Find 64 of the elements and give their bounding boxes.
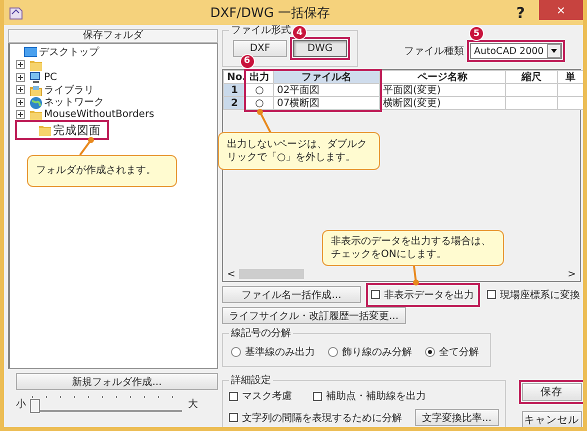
leader-line — [411, 263, 419, 286]
app-icon — [8, 4, 24, 20]
checkbox[interactable] — [487, 290, 496, 299]
checkbox-label: 現場座標系に変換 — [500, 288, 580, 302]
radio-label: 全て分解 — [439, 346, 479, 359]
checkbox-label: 文字列の間隔を表現するために分解 — [242, 412, 402, 424]
field-label: ファイル種類 — [404, 44, 464, 58]
radio-button[interactable] — [231, 347, 241, 357]
checkbox[interactable] — [229, 392, 238, 400]
tree-item[interactable]: デスクトップ — [39, 45, 99, 60]
new-folder-button[interactable]: 新規フォルダ作成... — [16, 373, 218, 390]
callout-text: 非表示のデータを出力する場合は、チェックをONにします。 — [322, 230, 504, 266]
table-cell: 02平面図 — [274, 84, 380, 96]
callout-text: フォルダが作成されます。 — [27, 155, 177, 187]
checkbox[interactable] — [313, 392, 322, 400]
desktop-icon — [23, 45, 37, 60]
step-badge: 4 — [292, 25, 307, 40]
leader-line — [77, 137, 94, 158]
window-title: DXF/DWG 一括保存 — [209, 4, 332, 22]
scroll-left-button[interactable]: < — [227, 268, 236, 280]
group-label: ファイル形式 — [230, 24, 292, 37]
radio-button[interactable] — [425, 347, 435, 357]
save-button[interactable]: 保存 — [522, 383, 582, 401]
globe-icon — [28, 95, 42, 110]
computer-icon — [28, 70, 42, 84]
char-ratio-button[interactable]: 文字変換比率... — [415, 409, 499, 426]
close-button[interactable]: × — [539, 0, 583, 20]
column-header[interactable]: 単 — [558, 70, 583, 84]
batch-filename-button[interactable]: ファイル名一括作成... — [222, 286, 361, 303]
step-badge: 5 — [469, 26, 484, 41]
format-button[interactable]: DXF — [233, 40, 287, 57]
radio-label: 飾り線のみ分解 — [342, 346, 412, 359]
leader-line — [256, 108, 273, 135]
radio-label: 基準線のみ出力 — [245, 346, 315, 359]
radio-button[interactable] — [328, 347, 338, 357]
scroll-thumb[interactable] — [239, 269, 304, 279]
checkbox-label: 補助点・補助線を出力 — [326, 390, 426, 403]
group-label: 線記号の分解 — [230, 326, 292, 340]
folder-icon — [37, 123, 51, 137]
highlight-frame — [518, 380, 583, 404]
column-header[interactable]: ページ名称 — [380, 70, 506, 84]
cancel-button[interactable]: キャンセル — [522, 411, 582, 427]
tree-item[interactable]: 完成図面 — [53, 122, 101, 138]
help-button[interactable]: ? — [516, 4, 525, 22]
checkbox[interactable] — [229, 413, 238, 422]
format-button[interactable]: DWG — [293, 40, 347, 57]
tree-item[interactable]: ライブラリ — [44, 82, 94, 97]
table-cell: 07横断図 — [274, 96, 380, 110]
panel-header: 保存フォルダ — [8, 29, 218, 43]
scroll-right-button[interactable]: > — [568, 268, 576, 280]
checkbox[interactable] — [371, 290, 380, 299]
lifecycle-change-button[interactable]: ライフサイクル・改訂履歴一括変更... — [222, 307, 406, 324]
callout-text: 出力しないページは、ダブルクリックで「○」を外します。 — [218, 132, 380, 170]
column-header[interactable]: ファイル名 — [274, 70, 380, 84]
group-label: 詳細設定 — [230, 374, 272, 387]
checkbox-label: マスク考慮 — [242, 390, 292, 403]
checkbox-label: 非表示データを出力 — [384, 288, 474, 302]
slider-max-label: 大 — [188, 398, 198, 411]
tree-item[interactable]: ネットワーク — [44, 95, 104, 110]
tree-item[interactable]: PC — [44, 72, 58, 83]
file-type-dropdown[interactable]: AutoCAD 2000 — [470, 43, 562, 59]
slider-thumb[interactable] — [30, 399, 40, 413]
tree-item[interactable]: MouseWithoutBorders — [44, 109, 154, 120]
slider-min-label: 小 — [16, 398, 26, 411]
